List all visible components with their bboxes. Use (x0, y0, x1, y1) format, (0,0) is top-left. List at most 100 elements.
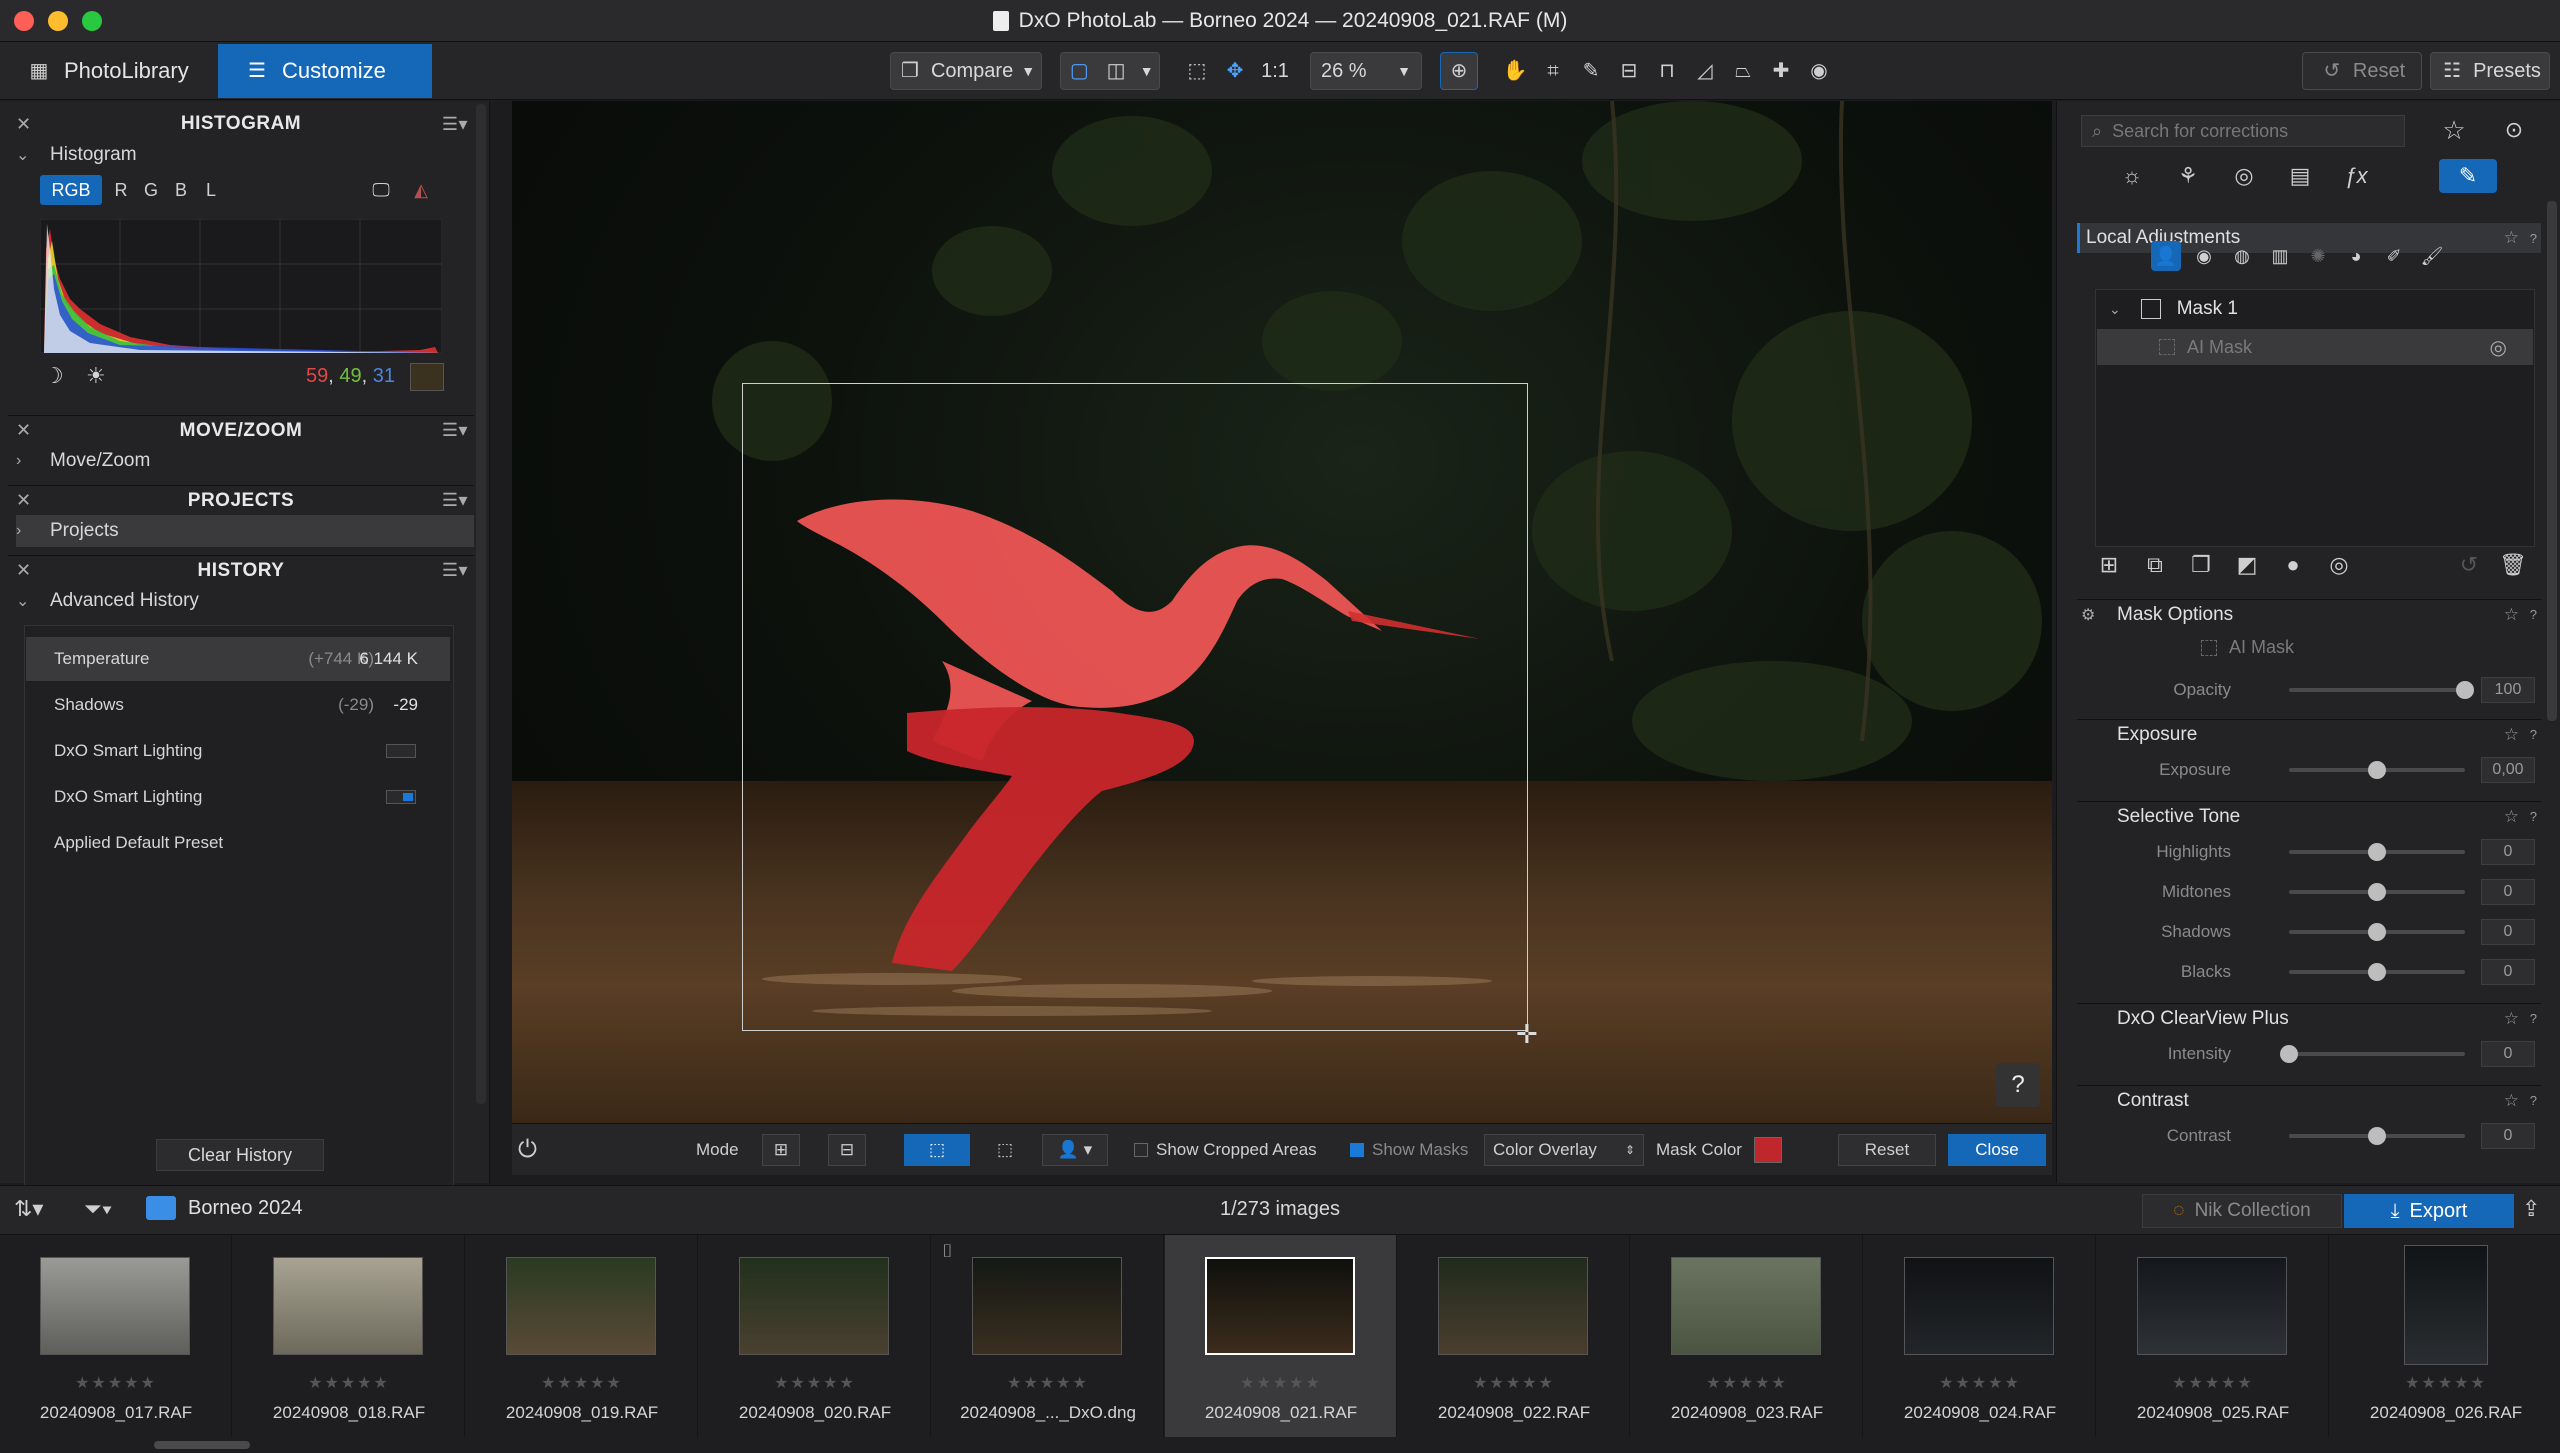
mask-color-swatch[interactable] (1754, 1137, 1782, 1163)
sun-icon[interactable]: ☀ (86, 363, 106, 389)
histogram-subheader[interactable]: ⌄ Histogram (16, 139, 474, 171)
slider-track[interactable] (2289, 761, 2465, 779)
tab-light-icon[interactable]: ☼ (2115, 159, 2149, 193)
tab-effects-icon[interactable]: ƒx (2339, 159, 2373, 193)
blacks-slider[interactable]: Blacks 0 (2097, 957, 2541, 987)
slider-value[interactable]: 0 (2481, 1123, 2535, 1149)
rating-stars[interactable]: ★★★★★ (699, 1373, 931, 1393)
delete-mask-icon[interactable]: 🗑 (2497, 549, 2529, 581)
history-subheader[interactable]: ⌄ Advanced History (16, 585, 474, 617)
mode-box-select-icon[interactable]: ⬚ (904, 1134, 970, 1166)
fit-screen-icon[interactable]: ⬚ (1180, 52, 1214, 90)
palette-menu-icon[interactable]: ☰▾ (442, 490, 468, 511)
close-icon[interactable]: ✕ (16, 114, 32, 135)
mask-list-item[interactable]: ⌄ Mask 1 (2097, 291, 2533, 327)
rating-stars[interactable]: ★★★★★ (2097, 1373, 2329, 1393)
slider-track[interactable] (2280, 1045, 2465, 1063)
help-icon[interactable]: ? (2530, 809, 2537, 824)
eyedropper-icon[interactable]: ✎ (1574, 52, 1608, 90)
crop-tool-icon[interactable]: ⌗ (1536, 52, 1570, 90)
zoom-1to1-button[interactable]: 1:1 (1256, 52, 1294, 90)
channel-r-button[interactable]: R (108, 175, 134, 205)
palette-menu-icon[interactable]: ☰▾ (442, 420, 468, 441)
mask-circle-icon[interactable]: ● (2277, 549, 2309, 581)
help-icon[interactable]: ? (2530, 727, 2537, 742)
history-item[interactable]: DxO Smart Lighting (26, 729, 450, 773)
la-ai-mask-icon[interactable]: 👤 (2151, 241, 2181, 271)
split-view-icon[interactable]: ◫ (1103, 58, 1129, 84)
slider-track[interactable] (2289, 923, 2465, 941)
zoom-window-button[interactable] (82, 11, 102, 31)
rating-stars[interactable]: ★★★★★ (932, 1373, 1164, 1393)
thumbnail-selected[interactable]: ★★★★★ 20240908_021.RAF (1165, 1235, 1397, 1437)
help-button[interactable]: ? (1996, 1063, 2040, 1107)
add-mask-icon[interactable]: ⊞ (2093, 549, 2125, 581)
zoom-tool-icon[interactable]: ⊕ (1440, 52, 1478, 90)
star-icon[interactable]: ☆ (2504, 807, 2519, 827)
star-icon[interactable]: ☆ (2504, 725, 2519, 745)
mode-box-erase-icon[interactable]: ⬚ (986, 1134, 1024, 1166)
thumbnail[interactable]: ★★★★★ 20240908_018.RAF (233, 1235, 465, 1437)
tab-geometry-icon[interactable]: ▤ (2283, 159, 2317, 193)
rating-stars[interactable]: ★★★★★ (466, 1373, 698, 1393)
star-icon[interactable]: ☆ (2504, 228, 2519, 248)
help-icon[interactable]: ? (2530, 231, 2537, 246)
selective-tone-header[interactable]: Selective Tone ☆? (2077, 801, 2541, 831)
star-favorites-icon[interactable]: ☆ (2437, 113, 2471, 147)
tab-detail-icon[interactable]: ◎ (2227, 159, 2261, 193)
history-item[interactable]: Applied Default Preset (26, 821, 450, 865)
slider-knob[interactable] (2368, 883, 2386, 901)
rating-stars[interactable]: ★★★★★ (1165, 1373, 1397, 1393)
slider-value[interactable]: 0 (2481, 919, 2535, 945)
slider-track[interactable] (2289, 681, 2474, 699)
slider-knob[interactable] (2368, 1127, 2386, 1145)
movezoom-subheader[interactable]: › Move/Zoom (16, 445, 474, 477)
channel-rgb-button[interactable]: RGB (40, 175, 102, 205)
thumbnail[interactable]: ★★★★★ 20240908_025.RAF (2097, 1235, 2329, 1437)
chevron-down-icon[interactable]: ▼ (1140, 63, 1154, 79)
repair-tool-icon[interactable]: ✚ (1764, 52, 1798, 90)
channel-l-button[interactable]: L (198, 175, 224, 205)
help-icon[interactable]: ? (2530, 607, 2537, 622)
single-view-icon[interactable]: ▢ (1066, 58, 1092, 84)
duplicate-mask-icon[interactable]: ❐ (2185, 549, 2217, 581)
la-control-line-icon[interactable]: ◍ (2227, 241, 2257, 271)
left-panel-scrollbar[interactable] (476, 104, 486, 1104)
slider-knob[interactable] (2456, 681, 2474, 699)
thumbnail[interactable]: ★★★★★ 20240908_024.RAF (1864, 1235, 2096, 1437)
slider-knob[interactable] (2368, 761, 2386, 779)
moon-icon[interactable]: ☽ (44, 363, 64, 389)
right-panel-scrollbar[interactable] (2547, 201, 2557, 721)
la-control-point-icon[interactable]: ◉ (2189, 241, 2219, 271)
mask-visibility-icon[interactable]: ◎ (2323, 549, 2355, 581)
rating-stars[interactable]: ★★★★★ (233, 1373, 465, 1393)
slider-value[interactable]: 0 (2481, 959, 2535, 985)
star-icon[interactable]: ☆ (2504, 605, 2519, 625)
show-masks-checkbox[interactable]: Show Masks (1350, 1134, 1468, 1166)
clearview-header[interactable]: DxO ClearView Plus ☆? (2077, 1003, 2541, 1033)
rating-stars[interactable]: ★★★★★ (2330, 1373, 2560, 1393)
rating-stars[interactable]: ★★★★★ (1864, 1373, 2096, 1393)
slider-track[interactable] (2289, 883, 2465, 901)
la-brush-icon[interactable]: 🖌 (2417, 241, 2447, 271)
palette-menu-icon[interactable]: ☰▾ (442, 114, 468, 135)
close-icon[interactable]: ✕ (16, 490, 32, 511)
close-icon[interactable]: ✕ (16, 560, 32, 581)
close-icon[interactable]: ✕ (16, 420, 32, 441)
projects-subheader[interactable]: › Projects (16, 515, 474, 547)
perspective-rect-icon[interactable]: ⏢ (1726, 52, 1760, 90)
close-window-button[interactable] (14, 11, 34, 31)
corrections-search[interactable]: ⌕ Search for corrections (2081, 115, 2405, 147)
thumbnail[interactable]: ★★★★★ 20240908_023.RAF (1631, 1235, 1863, 1437)
move-tool-icon[interactable]: ✥ (1218, 52, 1252, 90)
opacity-slider[interactable]: Opacity 100 (2097, 675, 2541, 705)
palette-menu-icon[interactable]: ☰▾ (442, 560, 468, 581)
slider-value[interactable]: 0,00 (2481, 757, 2535, 783)
highlights-slider[interactable]: Highlights 0 (2097, 837, 2541, 867)
filmstrip-scrollbar[interactable] (154, 1441, 250, 1449)
sort-icon[interactable]: ⇅▾ (14, 1196, 43, 1222)
subject-select-icon[interactable]: 👤 ▾ (1042, 1134, 1108, 1166)
channel-g-button[interactable]: G (138, 175, 164, 205)
slider-value[interactable]: 0 (2481, 1041, 2535, 1067)
slider-value[interactable]: 0 (2481, 879, 2535, 905)
